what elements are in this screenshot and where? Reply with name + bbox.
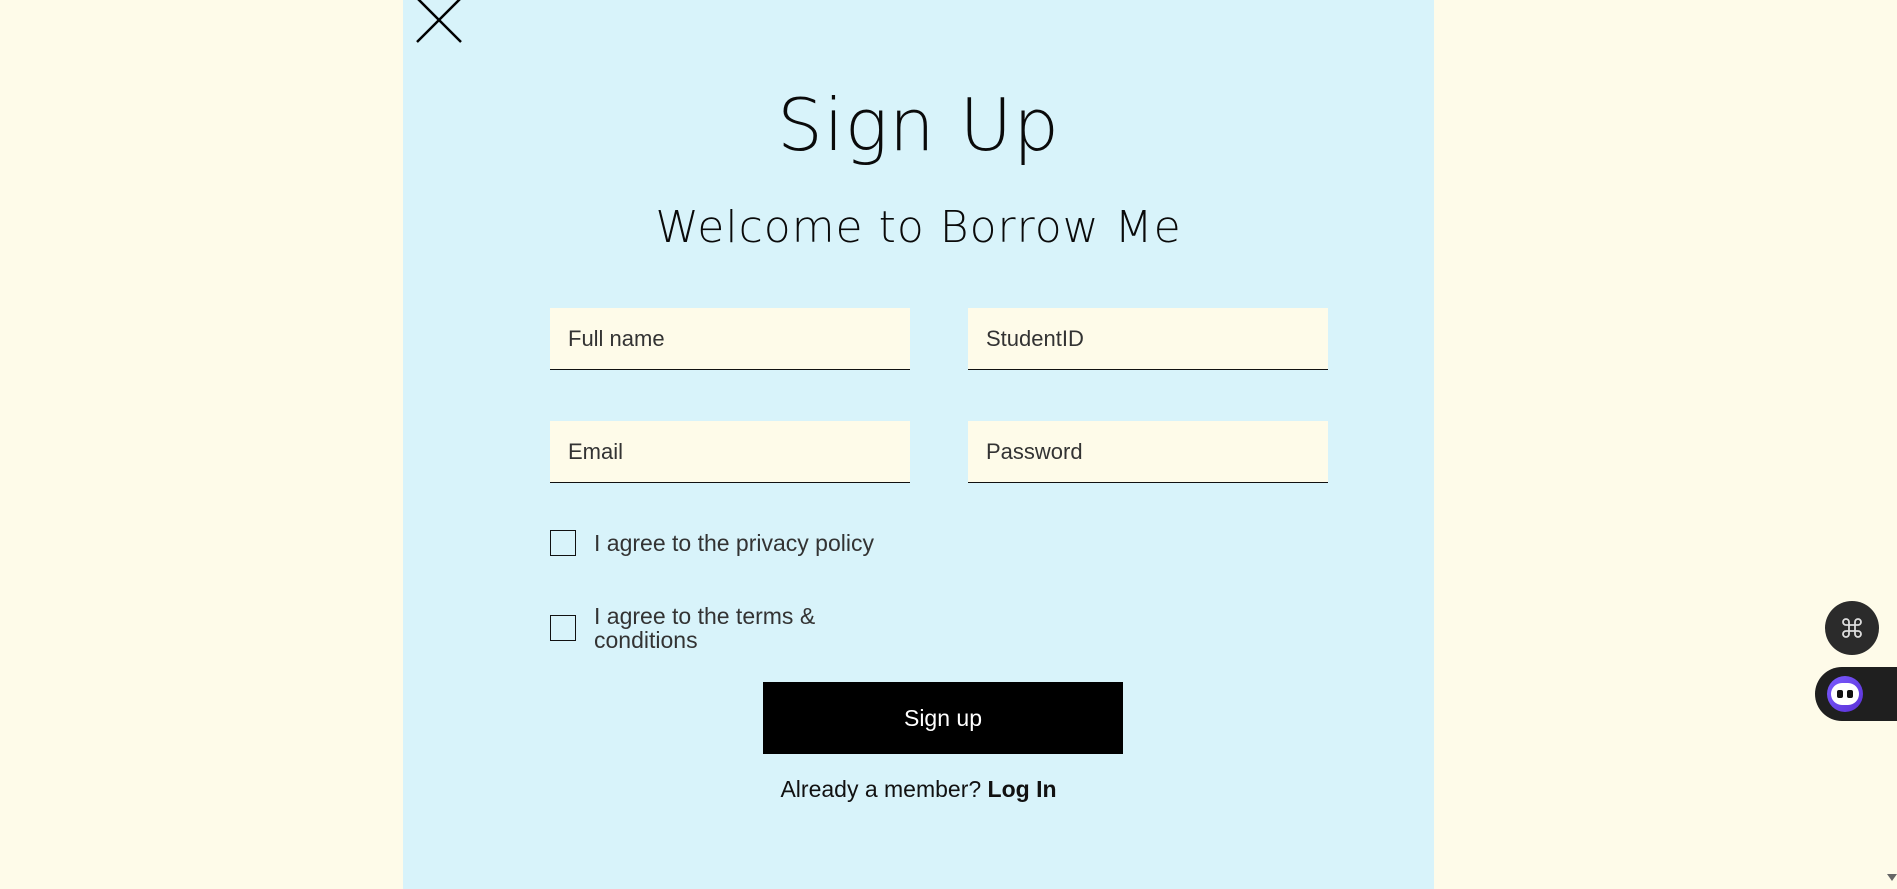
page-title: Sign Up	[777, 83, 1060, 167]
terms-conditions-checkbox[interactable]	[550, 615, 576, 641]
command-icon	[1842, 618, 1862, 638]
scroll-down-arrow-icon[interactable]	[1887, 874, 1897, 881]
privacy-policy-checkbox[interactable]	[550, 530, 576, 556]
command-button[interactable]	[1825, 601, 1879, 655]
close-icon	[416, 0, 462, 43]
log-in-link[interactable]: Log In	[988, 776, 1057, 802]
sign-up-button[interactable]: Sign up	[763, 682, 1123, 754]
login-prompt: Already a member? Log In	[403, 776, 1434, 803]
member-text: Already a member?	[780, 776, 982, 802]
password-input[interactable]	[968, 421, 1328, 483]
assistant-button[interactable]	[1815, 667, 1897, 721]
full-name-input[interactable]	[550, 308, 910, 370]
page-subtitle: Welcome to Borrow Me	[655, 202, 1182, 253]
terms-conditions-label: I agree to the terms & conditions	[594, 603, 816, 653]
page-background: Sign Up Welcome to Borrow Me I agree to …	[0, 0, 1897, 889]
signup-modal: Sign Up Welcome to Borrow Me I agree to …	[403, 0, 1434, 889]
privacy-policy-label: I agree to the privacy policy	[594, 530, 874, 556]
terms-conditions-row: I agree to the terms & conditions	[550, 604, 910, 652]
privacy-policy-row: I agree to the privacy policy	[550, 530, 910, 556]
assistant-bot-icon	[1827, 676, 1863, 712]
close-button[interactable]	[411, 0, 467, 48]
student-id-input[interactable]	[968, 308, 1328, 370]
email-input[interactable]	[550, 421, 910, 483]
